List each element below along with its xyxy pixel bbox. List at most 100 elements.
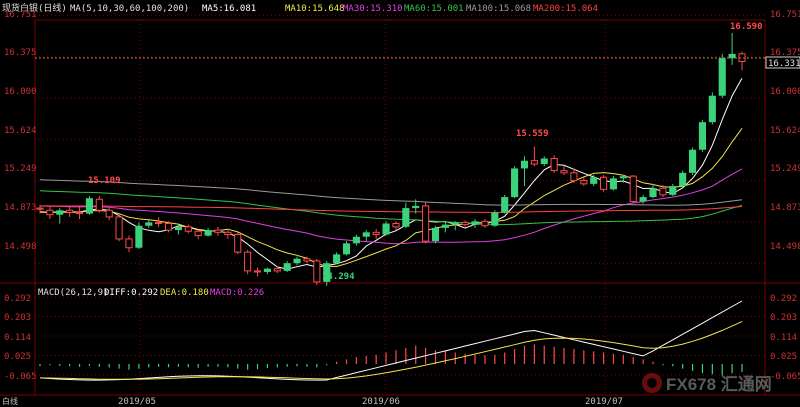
candle-body-down [530,160,538,165]
candle-body-down [580,180,588,185]
date-label: 2019/07 [585,397,623,407]
left-tick: 15.624 [4,126,37,136]
right-tick: 14.873 [770,203,800,213]
ma-params: MA(5,10,30,60,100,200) [70,4,189,14]
macd-tick: 0.114 [4,333,31,343]
macd-tick: -0.065 [4,372,37,382]
candle-body-down [629,175,637,202]
candle-body-down [36,207,44,210]
macd-dea: DEA:0.180 [160,288,209,298]
candle-body-down [164,223,173,231]
candle-body-up [689,149,697,173]
candle-body-down [66,209,74,213]
candle-body-down [115,216,123,240]
candle-body-down [303,258,311,262]
ma60-value: MA60:15.001 [404,4,464,14]
candle-body-up [491,212,499,226]
left-tick: 16.751 [4,10,37,20]
date-label: 2019/05 [118,397,156,407]
high-annotation: 16.590 [730,22,763,32]
candle-body-down [95,198,103,211]
candle-body-up [382,223,390,235]
candle-body-down [481,220,489,227]
macd-tick: 0.292 [770,294,797,304]
candle-body-up [56,210,64,215]
macd-tick: 0.114 [770,333,797,343]
candle-body-down [550,158,558,172]
candle-body-up [511,168,519,198]
candle-body-up [718,58,726,96]
candle-body-up [619,176,627,179]
candle-body-down [372,231,380,236]
candle-body-down [194,230,202,237]
candle-body-up [609,178,618,190]
ma200-value: MA200:15.064 [533,4,598,14]
macd-tick: 0.203 [4,313,31,323]
candle-body-up [431,227,440,242]
candle-body-up [145,222,153,226]
low-annotation: 14.294 [322,272,355,282]
left-tick: 14.873 [4,203,37,213]
candle-body-down [273,268,281,272]
candle-body-up [204,230,212,236]
candle-body-up [501,197,509,213]
candle-body-up [263,268,271,272]
left-tick: 14.498 [4,242,37,252]
candle-body-up [342,243,351,255]
current-price-label: 16.331 [768,59,800,69]
watermark-logo-inner [647,378,657,388]
macd-tick: 0.292 [4,294,31,304]
candle-body-down [214,229,222,233]
candle-body-down [244,251,252,272]
macd-diff: DIFF:0.292 [104,288,158,298]
candle-body-up [441,224,449,228]
candle-body-up [679,172,687,187]
right-tick: 16.751 [770,10,800,20]
candle-body-down [234,234,242,253]
candle-body-up [135,225,143,248]
candle-body-up [649,188,657,198]
candle-body-up [471,221,479,225]
ma100-value: MA100:15.068 [466,4,531,14]
left-tick: 15.249 [4,164,37,174]
candle-body-up [85,198,93,214]
candle-body-up [362,232,370,237]
candle-body-down [422,205,430,242]
candle-body-up [520,160,529,169]
candle-body-down [659,187,667,196]
macd-tick: -0.065 [770,372,800,382]
candle-body-up [293,258,301,264]
candle-body-up [174,226,182,231]
candle-body-up [412,205,420,209]
candle-body-down [184,226,192,232]
candle-body-up [540,158,548,165]
candle-body-down [125,238,133,249]
candle-body-down [560,170,568,174]
candle-body-up [333,254,341,264]
macd-tick: 0.203 [770,313,797,323]
candle-body-down [600,176,608,190]
candle-body-up [669,186,677,195]
left-tick: 16.375 [4,48,37,58]
candle-body-down [461,221,469,226]
ma30-value: MA30:15.310 [343,4,403,14]
candle-body-down [105,209,113,218]
candle-body-up [402,208,410,227]
candle-body-down [46,209,54,216]
macd-value: MACD:0.226 [210,288,264,298]
candle-body-up [451,222,459,225]
left-peak-annotation: 15.109 [88,176,121,186]
macd-tick: 0.025 [770,352,797,362]
candlestick-chart[interactable]: 现货白银(日线) MA(5,10,30,60,100,200) MA5:16.0… [0,0,800,407]
ma5-value: MA5:16.081 [202,4,256,14]
date-label: 2019/06 [362,397,400,407]
watermark-text: FX678 汇通网 [666,375,772,394]
right-tick: 15.249 [770,164,800,174]
right-tick: 15.624 [770,126,800,136]
candle-body-down [392,223,400,228]
candle-body-up [283,263,291,271]
candle-body-up [590,177,598,184]
macd-title: MACD(26,12,9) [38,288,108,298]
macd-tick: 0.025 [4,352,31,362]
candle-body-down [253,270,262,273]
